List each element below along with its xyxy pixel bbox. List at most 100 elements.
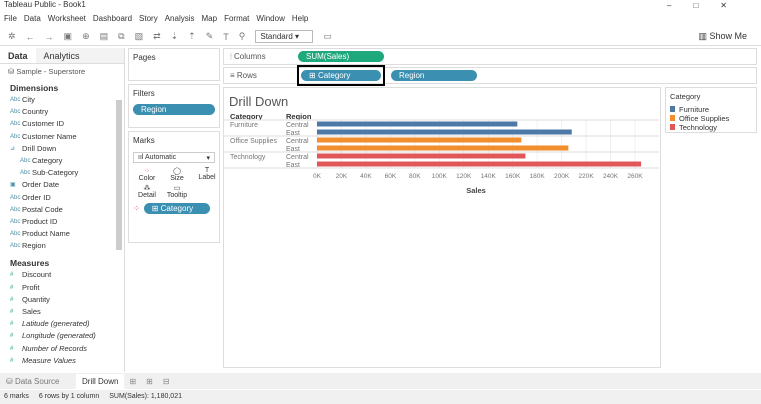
tab-analytics[interactable]: Analytics	[35, 48, 124, 63]
legend-swatch	[670, 106, 675, 112]
rows-pill-category[interactable]: ⊞ Category	[301, 70, 381, 81]
color-button[interactable]: ⁘ Color	[133, 167, 161, 182]
scrollbar[interactable]	[116, 100, 122, 250]
x-tick-label: 100K	[432, 173, 448, 180]
menu-format[interactable]: Format	[224, 14, 249, 27]
measure-icon: #	[10, 272, 14, 279]
sort-desc-icon[interactable]: ⇡	[188, 31, 196, 42]
bar[interactable]	[317, 145, 569, 151]
bar[interactable]	[317, 161, 642, 167]
menu-story[interactable]: Story	[139, 14, 158, 27]
menu-map[interactable]: Map	[202, 14, 218, 27]
dimension-item[interactable]: ▣ Order Date	[0, 179, 124, 191]
dimension-item[interactable]: Abc Category	[0, 155, 124, 167]
back-icon[interactable]: ←	[26, 32, 35, 42]
menu-file[interactable]: File	[4, 14, 17, 27]
tableau-icon[interactable]: ✲	[8, 31, 16, 42]
dimension-item[interactable]: Abc Customer ID	[0, 118, 124, 130]
dimension-item[interactable]: Abc Postal Code	[0, 204, 124, 216]
dimension-item[interactable]: Abc City	[0, 94, 124, 106]
new-story-icon[interactable]: ⊟	[158, 377, 175, 386]
label-button[interactable]: T Label	[193, 167, 221, 182]
label-icon[interactable]: T	[223, 32, 229, 42]
swap-icon[interactable]: ⇄	[153, 31, 161, 42]
tooltip-button[interactable]: ▭ Tooltip	[163, 184, 191, 199]
x-tick-label: 260K	[627, 173, 643, 180]
detail-icon: ⁂	[143, 185, 151, 192]
legend-item[interactable]: Office Supplies	[670, 114, 752, 123]
highlight-icon[interactable]: ✎	[206, 31, 214, 42]
measure-item[interactable]: # Latitude (generated)	[0, 318, 124, 330]
legend-title: Category	[670, 92, 701, 101]
pages-card[interactable]: Pages	[128, 48, 220, 81]
dimension-item[interactable]: Abc Product ID	[0, 216, 124, 228]
forward-icon[interactable]: →	[45, 32, 54, 42]
show-me-button[interactable]: ▥ Show Me	[698, 31, 747, 42]
tab-data[interactable]: Data	[0, 48, 36, 63]
new-sheet-icon[interactable]: ▤	[100, 31, 109, 42]
menu-dashboard[interactable]: Dashboard	[93, 14, 132, 27]
legend-item[interactable]: Technology	[670, 123, 752, 132]
measure-item[interactable]: # Profit	[0, 282, 124, 294]
menu-help[interactable]: Help	[292, 14, 308, 27]
detail-label: Detail	[138, 192, 156, 199]
bar[interactable]	[317, 137, 522, 143]
new-datasource-icon[interactable]: ⊕	[82, 31, 90, 42]
window-controls[interactable]: –□✕	[667, 1, 749, 10]
sheet-tab-drill-down[interactable]: Drill Down	[76, 373, 125, 389]
measure-item[interactable]: # Number of Records	[0, 343, 124, 355]
dimension-item[interactable]: Abc Sub-Category	[0, 167, 124, 179]
rows-pill-region[interactable]: Region	[391, 70, 477, 81]
columns-shelf[interactable]: ⦙ Columns SUM(Sales)	[223, 48, 757, 65]
measure-item[interactable]: # Measure Values	[0, 355, 124, 367]
dimension-icon: Abc	[10, 121, 21, 128]
columns-pill-sales[interactable]: SUM(Sales)	[298, 51, 384, 62]
mark-type-select[interactable]: ııl Automatic ▾	[133, 152, 215, 163]
menu-window[interactable]: Window	[256, 14, 284, 27]
dimension-item[interactable]: ⊿ Drill Down	[0, 143, 124, 155]
dimension-icon: Abc	[10, 97, 21, 103]
datasource-tab[interactable]: ⛁ Data Source	[0, 377, 60, 386]
sort-asc-icon[interactable]: ⇣	[171, 31, 179, 42]
clear-icon[interactable]: ▧	[135, 31, 144, 42]
dimension-item[interactable]: Abc Product Name	[0, 228, 124, 240]
detail-button[interactable]: ⁂ Detail	[133, 184, 161, 199]
rows-label: ≡ Rows	[230, 71, 257, 80]
measure-icon: #	[10, 345, 14, 352]
bar[interactable]	[317, 121, 518, 127]
color-pill-category[interactable]: ⊞ Category	[143, 203, 210, 214]
bar[interactable]	[317, 153, 526, 159]
measure-item[interactable]: # Quantity	[0, 294, 124, 306]
legend-item[interactable]: Furniture	[670, 105, 752, 114]
filter-pill-region[interactable]: Region	[133, 104, 215, 115]
color-pill-label: Category	[160, 204, 194, 213]
dimension-item[interactable]: Abc Customer Name	[0, 131, 124, 143]
measure-item[interactable]: # Sales	[0, 306, 124, 318]
status-marks: 6 marks	[4, 393, 29, 400]
dimension-label: Product Name	[22, 229, 70, 239]
size-button[interactable]: ◯ Size	[163, 167, 191, 182]
marks-card: Marks ııl Automatic ▾ ⁘ Color ◯ Size T Label…	[128, 131, 220, 243]
dimension-item[interactable]: Abc Country	[0, 106, 124, 118]
new-worksheet-icon[interactable]: ⊞	[124, 377, 141, 386]
view-mode-select[interactable]: Standard ▾	[255, 30, 314, 43]
dimension-item[interactable]: Abc Order ID	[0, 192, 124, 204]
measure-item[interactable]: # Longitude (generated)	[0, 330, 124, 342]
presentation-icon[interactable]: ▭	[323, 31, 332, 42]
measure-item[interactable]: # Discount	[0, 269, 124, 281]
duplicate-icon[interactable]: ⧉	[118, 31, 124, 42]
pin-icon[interactable]: ⚲	[239, 31, 246, 42]
rows-shelf[interactable]: ≡ Rows ⊞ Category Region	[223, 65, 757, 86]
datasource-name[interactable]: ⛁ Sample - Superstore	[0, 64, 124, 80]
menu-analysis[interactable]: Analysis	[165, 14, 195, 27]
dimension-item[interactable]: Abc Region	[0, 240, 124, 252]
bar[interactable]	[317, 129, 572, 135]
menu-worksheet[interactable]: Worksheet	[48, 14, 86, 27]
save-icon[interactable]: ▣	[64, 31, 73, 42]
label-label: Label	[198, 174, 216, 181]
filters-card[interactable]: Filters Region	[128, 84, 220, 128]
menu-data[interactable]: Data	[24, 14, 41, 27]
hierarchy-icon: ⊿	[10, 145, 16, 152]
color-icon: ⁘	[144, 168, 150, 175]
new-dashboard-icon[interactable]: ⊞	[141, 377, 158, 386]
